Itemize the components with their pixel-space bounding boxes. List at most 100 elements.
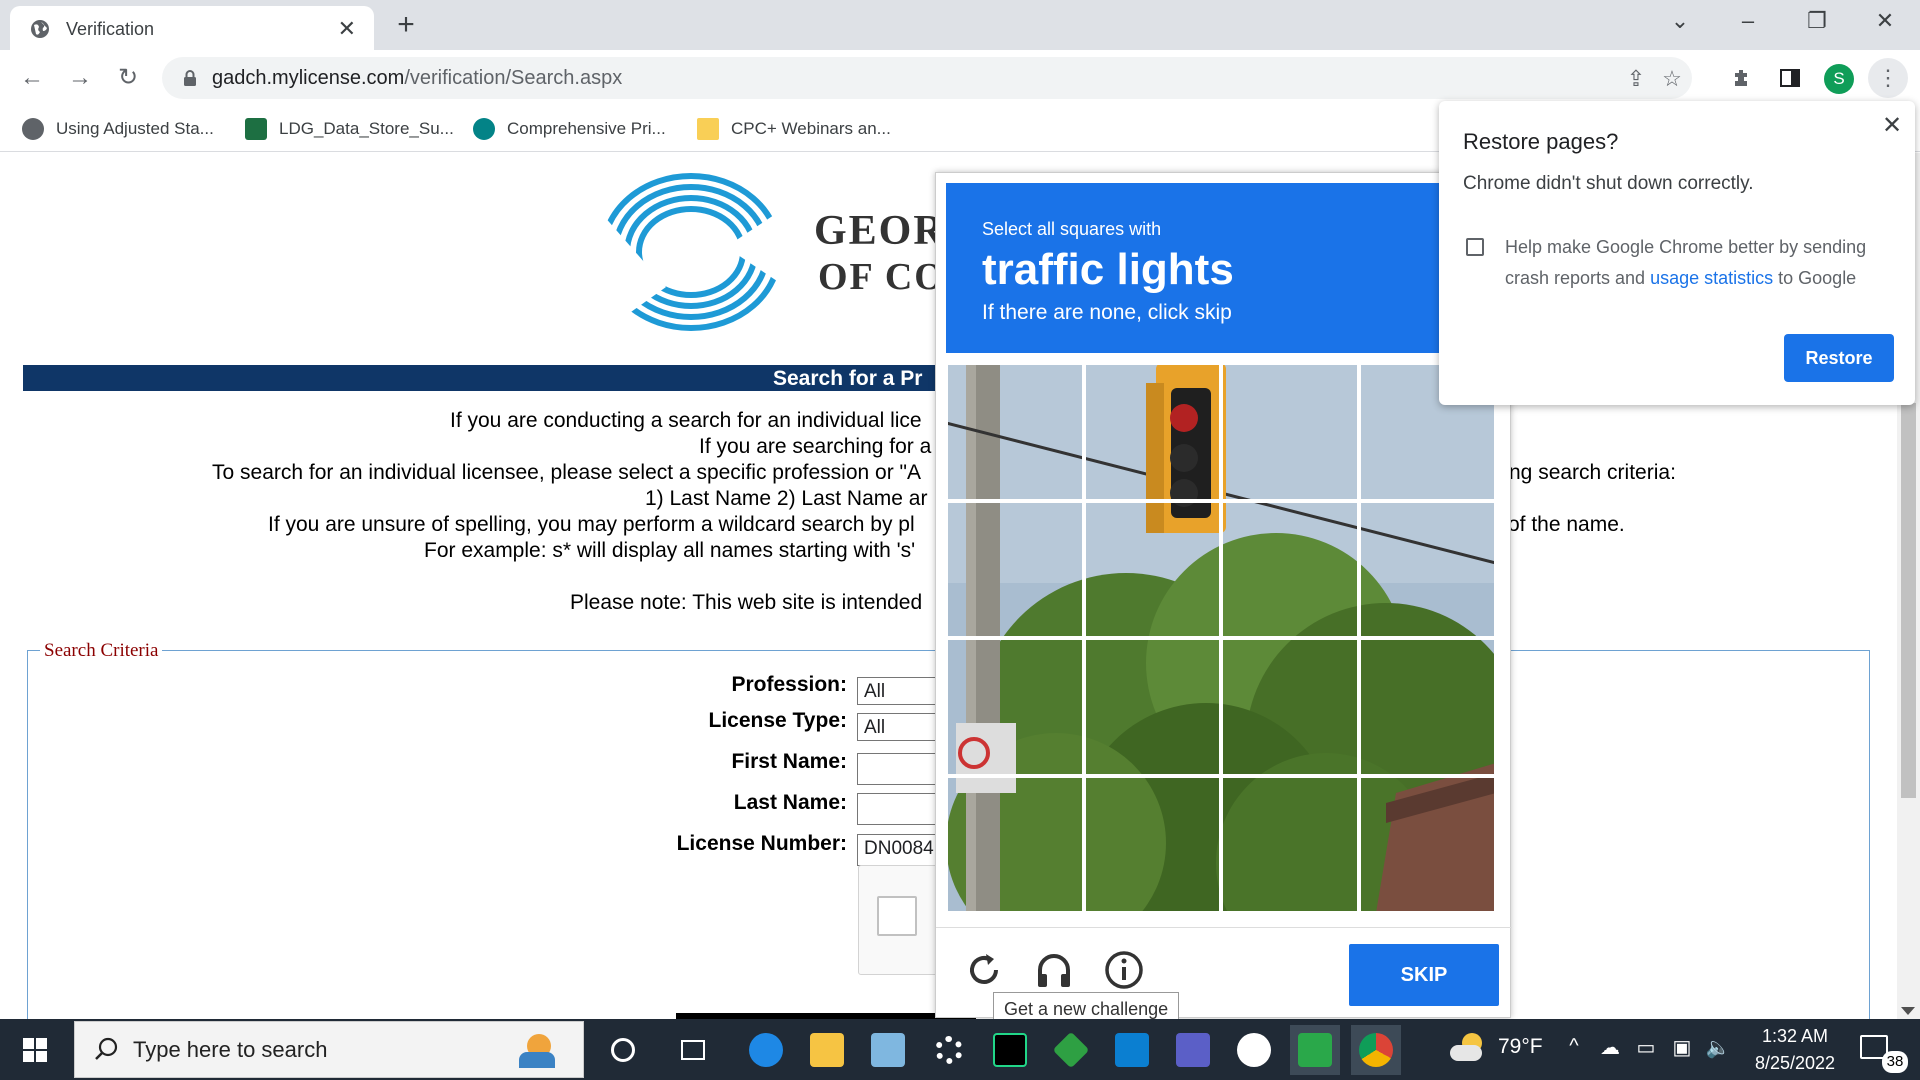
captcha-tile[interactable] xyxy=(946,363,1084,501)
bookmark-label: Comprehensive Pri... xyxy=(507,119,666,138)
weather-icon[interactable] xyxy=(1450,1033,1486,1063)
chrome-icon[interactable] xyxy=(1351,1025,1401,1075)
intro-line: To search for an individual licensee, pl… xyxy=(212,461,921,484)
network-icon[interactable]: ▣ xyxy=(1668,1035,1696,1060)
intro-line: of the name. xyxy=(1508,513,1625,536)
git-icon[interactable] xyxy=(1046,1025,1096,1075)
sharepoint-app-icon[interactable] xyxy=(1107,1025,1157,1075)
captcha-tile[interactable] xyxy=(1083,500,1221,638)
url-path: /verification/Search.aspx xyxy=(404,67,623,89)
close-window-button[interactable]: ✕ xyxy=(1865,8,1905,34)
pycharm-icon[interactable] xyxy=(985,1025,1035,1075)
volume-icon[interactable]: 🔈 xyxy=(1704,1035,1732,1060)
bookmark-label: Using Adjusted Sta... xyxy=(56,119,214,138)
restore-button[interactable]: Restore xyxy=(1784,334,1894,382)
extensions-icon[interactable] xyxy=(1726,62,1758,94)
cortana-icon[interactable] xyxy=(598,1025,648,1075)
minimize-button[interactable]: – xyxy=(1728,8,1768,34)
crash-report-text: Help make Google Chrome better by sendin… xyxy=(1505,232,1885,294)
captcha-tile[interactable] xyxy=(1221,500,1359,638)
license-type-select[interactable]: All xyxy=(857,713,947,741)
search-placeholder: Type here to search xyxy=(133,1037,328,1062)
captcha-tile[interactable] xyxy=(1083,775,1221,913)
clock-time[interactable]: 1:32 AM xyxy=(1745,1026,1845,1047)
captcha-tile[interactable] xyxy=(946,500,1084,638)
close-tab-icon[interactable]: ✕ xyxy=(338,16,356,42)
teams-icon[interactable] xyxy=(1168,1025,1218,1075)
skip-button[interactable]: SKIP xyxy=(1349,944,1499,1006)
weather-temperature[interactable]: 79°F xyxy=(1498,1035,1543,1059)
lock-icon xyxy=(184,70,196,86)
captcha-tile[interactable] xyxy=(1358,775,1496,913)
task-view-icon[interactable] xyxy=(668,1025,718,1075)
captcha-tile[interactable] xyxy=(946,638,1084,776)
scroll-down-arrow-icon[interactable] xyxy=(1901,1007,1915,1015)
banner-title: Search for a Pr xyxy=(773,367,923,390)
tab-title: Verification xyxy=(66,19,155,39)
intro-line: For example: s* will display all names s… xyxy=(424,539,916,562)
captcha-tile[interactable] xyxy=(1221,638,1359,776)
close-icon[interactable]: ✕ xyxy=(1882,111,1902,140)
share-icon[interactable]: ⇪ xyxy=(1622,66,1650,92)
profile-avatar[interactable]: S xyxy=(1824,64,1854,94)
last-name-input[interactable] xyxy=(857,793,947,825)
intro-line: If you are conducting a search for an in… xyxy=(450,409,922,432)
license-number-label: License Number: xyxy=(676,832,847,855)
reload-icon[interactable]: ↻ xyxy=(112,62,144,94)
chevron-up-icon[interactable]: ^ xyxy=(1560,1035,1588,1058)
taskbar-search[interactable]: Type here to search xyxy=(74,1021,584,1078)
captcha-tile[interactable] xyxy=(1221,775,1359,913)
captcha-tile-grid xyxy=(946,363,1496,913)
notepad-icon[interactable] xyxy=(863,1025,913,1075)
browser-tab[interactable]: Verification ✕ xyxy=(10,6,374,50)
bookmark-item[interactable]: LDG_Data_Store_Su... xyxy=(245,114,454,144)
crash-report-checkbox[interactable] xyxy=(1466,238,1484,256)
bookmark-item[interactable]: Using Adjusted Sta... xyxy=(22,114,214,144)
side-panel-icon[interactable] xyxy=(1774,62,1806,94)
intro-line: Please note: This web site is intended xyxy=(570,591,923,614)
captcha-tile[interactable] xyxy=(1083,638,1221,776)
new-tab-button[interactable]: + xyxy=(390,8,422,42)
back-icon[interactable]: ← xyxy=(16,62,48,94)
bookmark-star-icon[interactable]: ☆ xyxy=(1658,66,1686,92)
folder-icon xyxy=(697,118,719,140)
captcha-tile[interactable] xyxy=(1221,363,1359,501)
captcha-target: traffic lights xyxy=(982,245,1234,294)
captcha-tile[interactable] xyxy=(946,775,1084,913)
url-host: gadch.mylicense.com xyxy=(212,67,405,89)
usage-statistics-link[interactable]: usage statistics xyxy=(1650,268,1773,288)
first-name-input[interactable] xyxy=(857,753,947,785)
sharepoint-icon xyxy=(473,118,495,140)
url-text: gadch.mylicense.com/verification/Search.… xyxy=(212,67,622,90)
forward-icon[interactable]: → xyxy=(64,62,96,94)
address-bar[interactable]: gadch.mylicense.com/verification/Search.… xyxy=(162,57,1692,99)
globe-icon xyxy=(31,20,49,38)
windows-start-icon[interactable] xyxy=(0,1019,70,1080)
restore-window-button[interactable]: ❐ xyxy=(1797,8,1837,34)
recaptcha-checkbox[interactable] xyxy=(877,896,917,936)
edge-icon[interactable] xyxy=(741,1025,791,1075)
tab-search-icon[interactable]: ⌄ xyxy=(1660,8,1700,34)
info-icon[interactable] xyxy=(1102,948,1146,992)
bookmark-item[interactable]: CPC+ Webinars an... xyxy=(697,114,891,144)
bookmark-item[interactable]: Comprehensive Pri... xyxy=(473,114,666,144)
media-player-icon[interactable] xyxy=(1290,1025,1340,1075)
onedrive-icon[interactable]: ☁ xyxy=(1596,1035,1624,1060)
slack-icon[interactable] xyxy=(1229,1025,1279,1075)
globe-icon xyxy=(22,118,44,140)
recaptcha-widget xyxy=(858,865,938,975)
settings-gear-icon[interactable] xyxy=(924,1025,974,1075)
captcha-tile[interactable] xyxy=(1358,500,1496,638)
clock-date[interactable]: 8/25/2022 xyxy=(1738,1053,1852,1074)
recaptcha-challenge: Select all squares with traffic lights I… xyxy=(935,172,1512,1018)
reload-challenge-icon[interactable] xyxy=(962,948,1006,992)
battery-icon[interactable]: ▭ xyxy=(1632,1035,1660,1060)
captcha-tile[interactable] xyxy=(1358,638,1496,776)
audio-challenge-icon[interactable] xyxy=(1032,948,1076,992)
license-number-input[interactable]: DN0084 xyxy=(857,834,947,866)
chrome-menu-icon[interactable]: ⋮ xyxy=(1868,58,1908,98)
scrollbar-thumb[interactable] xyxy=(1901,403,1916,798)
captcha-tile[interactable] xyxy=(1083,363,1221,501)
profession-select[interactable]: All xyxy=(857,677,947,705)
file-explorer-icon[interactable] xyxy=(802,1025,852,1075)
